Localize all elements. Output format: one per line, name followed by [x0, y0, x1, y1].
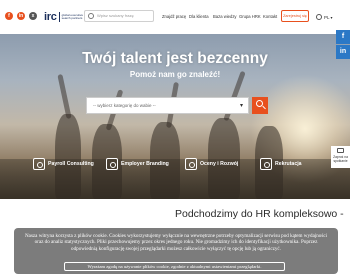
search-icon-handle [262, 105, 266, 110]
hero-subtitle: Pomoż nam go znaleźć! [129, 70, 221, 79]
invite-meeting-button[interactable]: Zaproś na spotkanie [331, 146, 350, 168]
payroll-icon [33, 158, 45, 170]
nav-item-find-job[interactable]: Znajdź pracę [162, 14, 186, 19]
category-payroll-consulting[interactable]: Payroll Consulting [33, 158, 94, 170]
category-assessment-development[interactable]: Oceny i Rozwój [185, 158, 238, 170]
chevron-down-icon: ▾ [239, 103, 243, 109]
hero-arm-silhouette [57, 73, 72, 120]
cookie-banner: Nasza witryna korzysta z plików cookie. … [14, 228, 338, 274]
category-label: Employer Branding [121, 161, 169, 167]
category-label: Oceny i Rozwój [200, 161, 239, 167]
facebook-side-button[interactable]: f [336, 30, 350, 44]
nav-item-knowledge-base[interactable]: Baza wiedzy [213, 14, 237, 19]
site-header: f in x irc global executive search partn… [0, 0, 350, 34]
irc-logo[interactable]: irc global executive search partners [44, 11, 84, 23]
search-placeholder: Wpisz szukany frazę [97, 13, 134, 18]
language-selector[interactable]: PL ▾ [316, 14, 333, 20]
language-value: PL [324, 14, 330, 20]
chevron-down-icon: ▾ [330, 14, 333, 20]
category-recruitment[interactable]: Rekrutacja [260, 158, 302, 170]
category-select-value: -- wybierz kategorię do wabie -- [93, 103, 156, 108]
linkedin-icon[interactable]: in [17, 12, 25, 20]
hero-title: Twój talent jest bezcenny [82, 50, 268, 67]
category-label: Rekrutacja [275, 161, 302, 167]
hero-person-silhouette [55, 114, 81, 199]
calendar-icon [337, 148, 344, 153]
search-input[interactable]: Wpisz szukany frazę [84, 10, 154, 22]
nav-item-contact[interactable]: Kontakt [263, 14, 277, 19]
search-icon [88, 13, 94, 19]
register-button[interactable]: Zarejestruj się [281, 10, 309, 22]
linkedin-side-button[interactable]: in [336, 45, 350, 59]
logo-divider [58, 12, 60, 22]
invite-meeting-label: Zaproś na spotkanie [333, 155, 348, 163]
logo-wordmark: irc [44, 11, 57, 23]
category-employer-branding[interactable]: Employer Branding [106, 158, 169, 170]
hero-banner: Twój talent jest bezcenny Pomoż nam go z… [0, 34, 350, 199]
section-title: Podchodzimy do HR kompleksowo - [175, 208, 344, 220]
search-submit-button[interactable] [252, 97, 268, 114]
category-select[interactable]: -- wybierz kategorię do wabie -- ▾ [86, 97, 249, 114]
globe-icon [316, 14, 322, 20]
category-label: Payroll Consulting [48, 161, 94, 167]
assessment-icon [185, 158, 197, 170]
logo-tagline: global executive search partners [61, 12, 84, 20]
nav-item-for-client[interactable]: Dla klienta [189, 14, 209, 19]
cookie-accept-button[interactable]: Wyrażam zgodę na używanie plików cookie,… [64, 262, 285, 271]
recruitment-icon [260, 158, 272, 170]
facebook-icon[interactable]: f [5, 12, 13, 20]
xing-icon[interactable]: x [29, 12, 37, 20]
nav-item-hrk-group[interactable]: Grupa HRK [239, 14, 261, 19]
branding-icon [106, 158, 118, 170]
cookie-text: Nasza witryna korzysta z plików cookie. … [25, 233, 327, 252]
